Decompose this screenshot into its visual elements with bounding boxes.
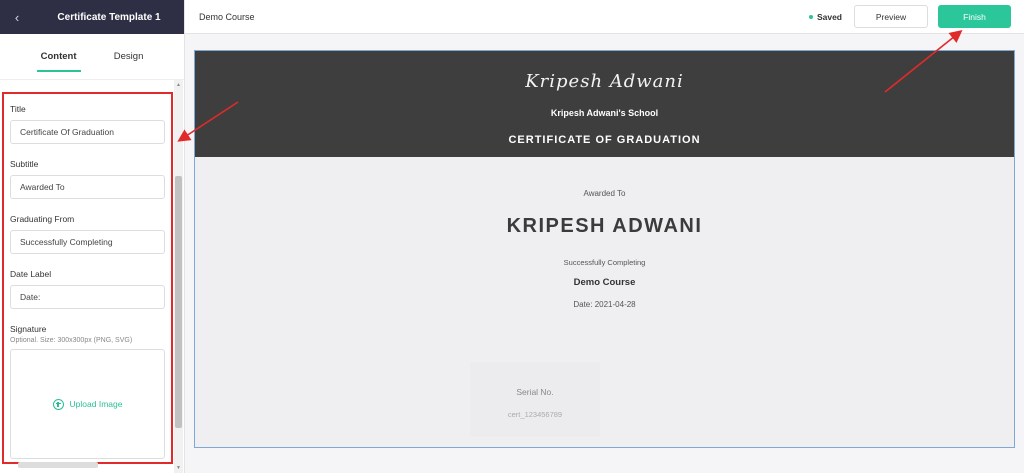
highlighted-field-group: Title Certificate Of Graduation Subtitle… [2, 92, 173, 464]
tab-design[interactable]: Design [110, 45, 148, 68]
saved-label: Saved [816, 11, 842, 22]
scroll-up-icon[interactable]: ▲ [176, 82, 181, 88]
next-field-label-cut [18, 462, 98, 468]
upload-image-button[interactable]: Upload Image [10, 349, 165, 459]
serial-block: Serial No. cert_123456789 [470, 362, 600, 437]
preview-button[interactable]: Preview [854, 5, 928, 28]
saved-dot-icon [808, 14, 813, 19]
scroll-down-icon[interactable]: ▼ [176, 465, 181, 471]
content-form: Title Certificate Of Graduation Subtitle… [0, 80, 174, 473]
subtitle-label: Subtitle [10, 159, 39, 169]
serial-value: cert_123456789 [507, 410, 563, 419]
serial-label: Serial No. [516, 387, 554, 397]
graduating-from-input[interactable]: Successfully Completing [10, 230, 165, 254]
scroll-thumb[interactable] [175, 176, 182, 428]
subtitle-input[interactable]: Awarded To [10, 175, 165, 199]
recipient-name: KRIPESH ADWANI [506, 215, 703, 237]
sidebar-scrollbar[interactable]: ▲ ▼ [174, 80, 183, 473]
title-label: Title [10, 104, 26, 114]
chevron-left-icon: ‹ [14, 9, 20, 25]
finish-button[interactable]: Finish [938, 5, 1011, 28]
awarded-to-text: Awarded To [583, 189, 626, 198]
course-name: Demo Course [199, 11, 255, 22]
certificate-course: Demo Course [573, 277, 636, 288]
sidebar-header: ‹ Certificate Template 1 [0, 0, 184, 34]
tab-content[interactable]: Content [36, 45, 81, 72]
certificate-title: CERTIFICATE OF GRADUATION [508, 134, 701, 146]
template-title: Certificate Template 1 [57, 11, 161, 23]
signature-label: Signature [10, 324, 47, 334]
sidebar-tabs: Content Design [0, 34, 184, 80]
school-logo: Kripesh Adwani [525, 71, 684, 92]
upload-image-label: Upload Image [69, 399, 123, 409]
sidebar: ‹ Certificate Template 1 Content Design … [0, 0, 185, 473]
graduating-from-label: Graduating From [10, 214, 75, 224]
certificate-preview: Kripesh Adwani Kripesh Adwani's School C… [194, 50, 1015, 448]
saved-status: Saved [808, 11, 842, 22]
back-button[interactable]: ‹ [0, 0, 34, 34]
title-input[interactable]: Certificate Of Graduation [10, 120, 165, 144]
school-name: Kripesh Adwani's School [550, 108, 659, 118]
top-bar: Demo Course Saved Preview Finish [185, 0, 1024, 34]
plus-circle-icon [52, 398, 64, 410]
completing-text: Successfully Completing [563, 258, 646, 267]
certificate-date: Date: 2021-04-28 [573, 300, 636, 309]
signature-hint: Optional. Size: 300x300px (PNG, SVG) [10, 337, 133, 344]
date-label-label: Date Label [10, 269, 52, 279]
date-label-input[interactable]: Date: [10, 285, 165, 309]
certificate-body: Awarded To KRIPESH ADWANI Successfully C… [195, 157, 1014, 447]
top-actions: Saved Preview Finish [808, 5, 1011, 28]
certificate-header: Kripesh Adwani Kripesh Adwani's School C… [195, 51, 1014, 157]
